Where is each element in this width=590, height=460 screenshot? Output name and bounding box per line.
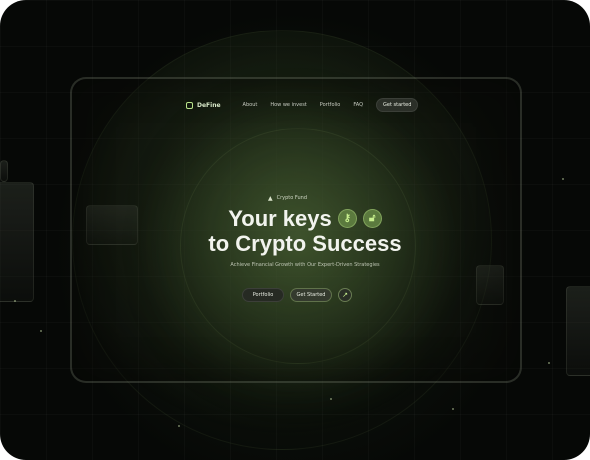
decor-block-left-3 bbox=[0, 160, 8, 182]
star bbox=[178, 425, 180, 427]
crypto-fund-badge: ▲ Crypto Fund bbox=[268, 193, 328, 203]
logo-square-icon bbox=[186, 101, 193, 109]
hero-subtitle: Achieve Financial Growth with Our Expert… bbox=[230, 262, 380, 268]
portfolio-button[interactable]: Portfolio bbox=[242, 288, 284, 302]
star bbox=[548, 362, 550, 364]
top-nav: DeFine About How we invest Portfolio FAQ… bbox=[186, 97, 419, 113]
brand-name: DeFine bbox=[197, 101, 221, 109]
badge-label: Crypto Fund bbox=[276, 195, 308, 201]
hero-title-line-1: Your keys ⚷ 🔓︎ bbox=[190, 206, 420, 231]
hero-title: Your keys ⚷ 🔓︎ to Crypto Success bbox=[190, 206, 420, 256]
nav-get-started-button[interactable]: Get started bbox=[376, 98, 419, 112]
nav-link-faq[interactable]: FAQ bbox=[353, 102, 363, 108]
get-started-button[interactable]: Get Started bbox=[290, 288, 332, 302]
triangle-icon: ▲ bbox=[268, 194, 273, 202]
hero-actions: Portfolio Get Started ↗ bbox=[242, 288, 352, 302]
star bbox=[40, 330, 42, 332]
hero-canvas: DeFine About How we invest Portfolio FAQ… bbox=[0, 0, 590, 460]
star bbox=[330, 398, 332, 400]
key-icon: ⚷ bbox=[337, 209, 357, 228]
decor-block-left-1 bbox=[0, 182, 34, 302]
hero-title-text-1: Your keys bbox=[228, 206, 332, 231]
arrow-up-right-icon[interactable]: ↗ bbox=[338, 288, 352, 302]
nav-link-how-we-invest[interactable]: How we invest bbox=[270, 102, 306, 108]
hero-title-line-2: to Crypto Success bbox=[208, 231, 402, 256]
brand[interactable]: DeFine bbox=[186, 101, 221, 109]
star bbox=[14, 300, 16, 302]
nav-link-about[interactable]: About bbox=[243, 102, 258, 108]
star bbox=[452, 408, 454, 410]
decor-block-right-2 bbox=[566, 286, 590, 376]
nav-link-portfolio[interactable]: Portfolio bbox=[320, 102, 341, 108]
star bbox=[562, 178, 564, 180]
unlock-icon: 🔓︎ bbox=[362, 209, 382, 228]
